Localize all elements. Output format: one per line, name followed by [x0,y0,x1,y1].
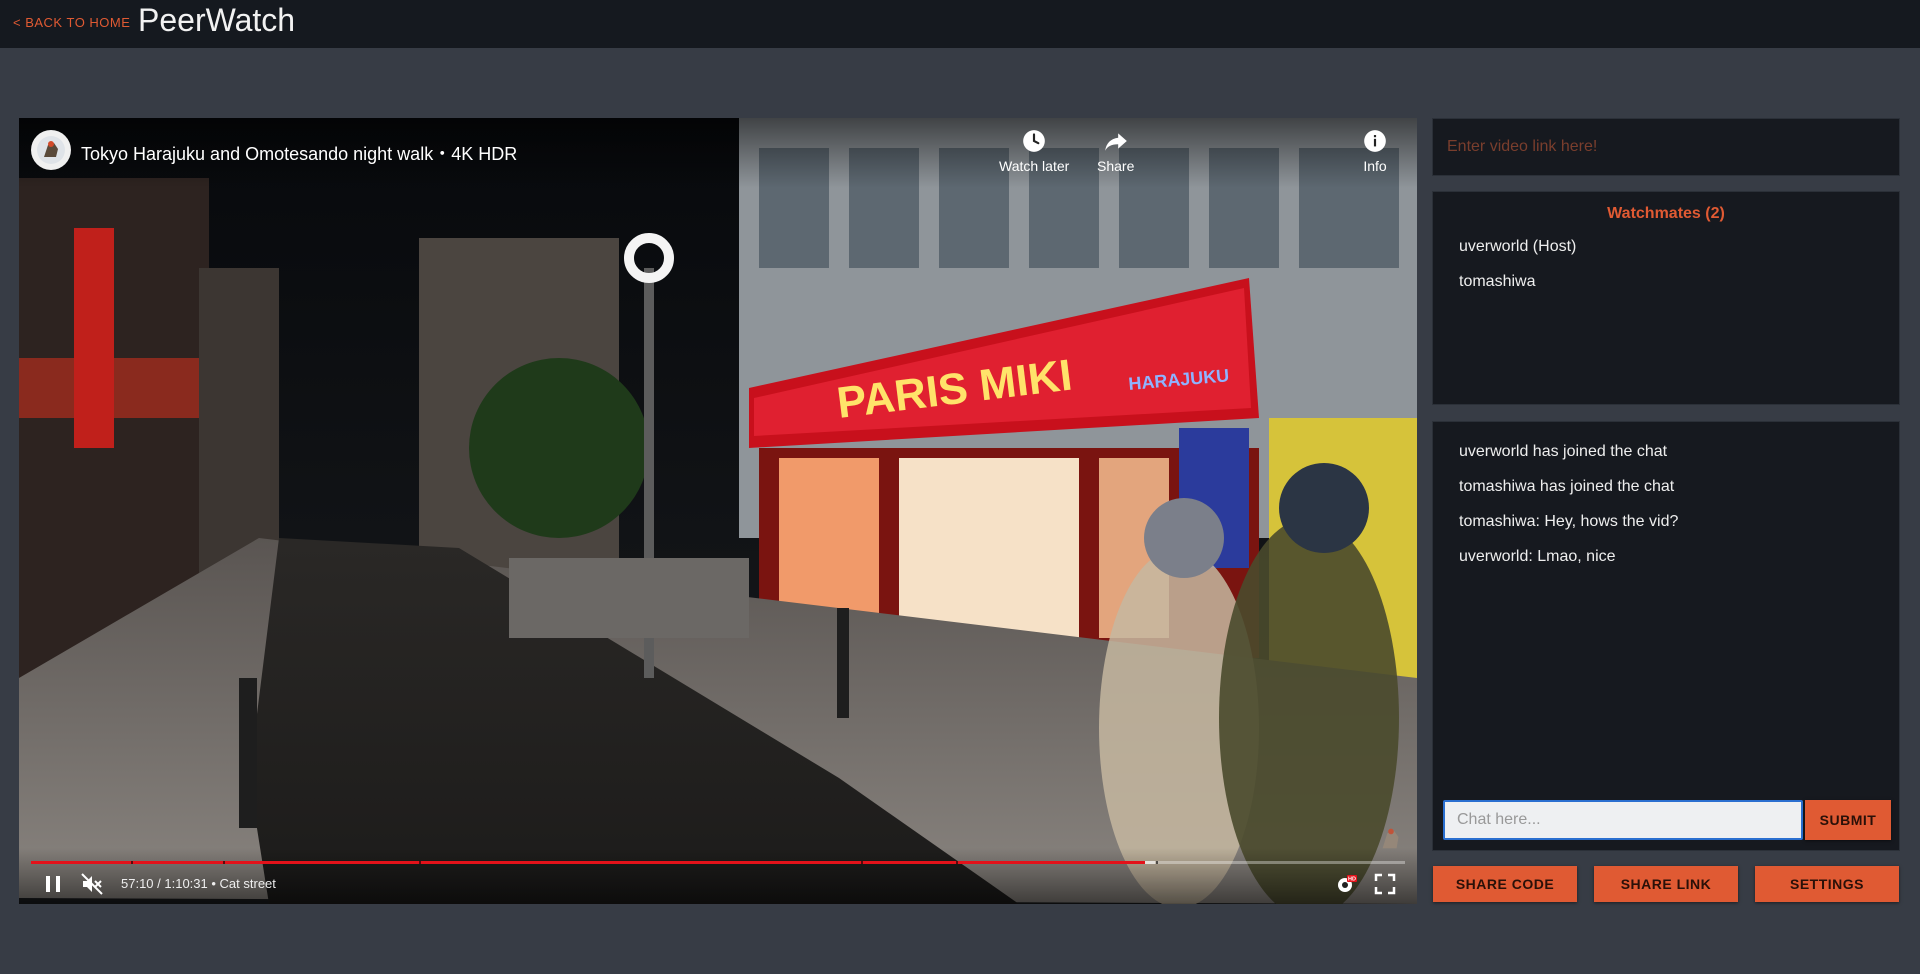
channel-avatar[interactable] [31,130,71,170]
app-header: < BACK TO HOME PeerWatch [0,0,1920,48]
brand-title: PeerWatch [138,2,296,38]
share-code-button[interactable]: SHARE CODE [1433,866,1577,902]
time-display: 57:10 / 1:10:31 • Cat street [121,876,276,891]
clock-icon [1023,130,1045,152]
chat-message: tomashiwa: Hey, hows the vid? [1459,513,1679,530]
seek-bar[interactable] [31,861,1405,864]
share-video-button[interactable]: Share [1097,128,1134,174]
mute-button[interactable] [78,870,106,898]
player-top-bar: Tokyo Harajuku and Omotesando night walk… [19,118,1417,188]
channel-logo-icon [37,136,65,164]
chapter-title[interactable]: • Cat street [211,876,276,891]
share-arrow-icon [1104,133,1127,151]
info-icon [1364,130,1386,152]
chapter-marker [1156,861,1158,864]
chat-message: uverworld has joined the chat [1459,443,1668,460]
share-link-button[interactable]: SHARE LINK [1594,866,1738,902]
fullscreen-button[interactable] [1371,870,1399,898]
chat-message: tomashiwa has joined the chat [1459,478,1675,495]
watchmates-title: Watchmates (2) [1607,205,1725,222]
chapter-marker [861,861,863,864]
video-frame: PARIS MIKI HARAJUKU [19,118,1417,904]
time-elapsed-total: 57:10 / 1:10:31 [121,876,208,891]
info-button[interactable]: Info [1362,128,1388,174]
player-controls: 57:10 / 1:10:31 • Cat street HD [19,848,1417,904]
volume-muted-icon [81,873,103,895]
fullscreen-icon [1374,873,1396,895]
chapter-marker [419,861,421,864]
watchmate-item: tomashiwa [1459,273,1536,290]
watchmates-list: uverworld (Host) tomashiwa [1433,229,1899,299]
back-to-home-link[interactable]: < BACK TO HOME [13,15,130,30]
watchmate-item: uverworld (Host) [1459,238,1577,255]
chapter-marker [223,861,225,864]
video-link-input[interactable] [1433,119,1899,175]
watch-later-label: Watch later [999,158,1070,174]
info-label: Info [1363,158,1387,174]
gear-icon: HD [1338,875,1357,892]
pause-button[interactable] [39,870,67,898]
watchmates-panel: Watchmates (2) uverworld (Host) tomashiw… [1432,191,1900,405]
video-link-box [1432,118,1900,176]
chat-input[interactable] [1443,800,1803,840]
chat-message: uverworld: Lmao, nice [1459,548,1616,565]
watch-later-button[interactable]: Watch later [999,128,1069,174]
played-bar [31,861,1145,864]
chapter-marker [956,861,958,864]
chat-message-list: uverworld has joined the chat tomashiwa … [1433,434,1899,574]
chat-submit-button[interactable]: SUBMIT [1805,800,1891,840]
video-player[interactable]: PARIS MIKI HARAJUKU Tokyo Harajuku and O… [19,118,1417,904]
svg-text:HD: HD [1348,877,1356,883]
chat-panel: uverworld has joined the chat tomashiwa … [1432,421,1900,851]
chapter-marker [131,861,133,864]
share-video-label: Share [1097,158,1135,174]
pause-icon [46,876,60,892]
settings-button[interactable]: SETTINGS [1755,866,1899,902]
settings-gear-button[interactable]: HD [1331,870,1359,898]
video-title[interactable]: Tokyo Harajuku and Omotesando night walk… [81,140,517,166]
